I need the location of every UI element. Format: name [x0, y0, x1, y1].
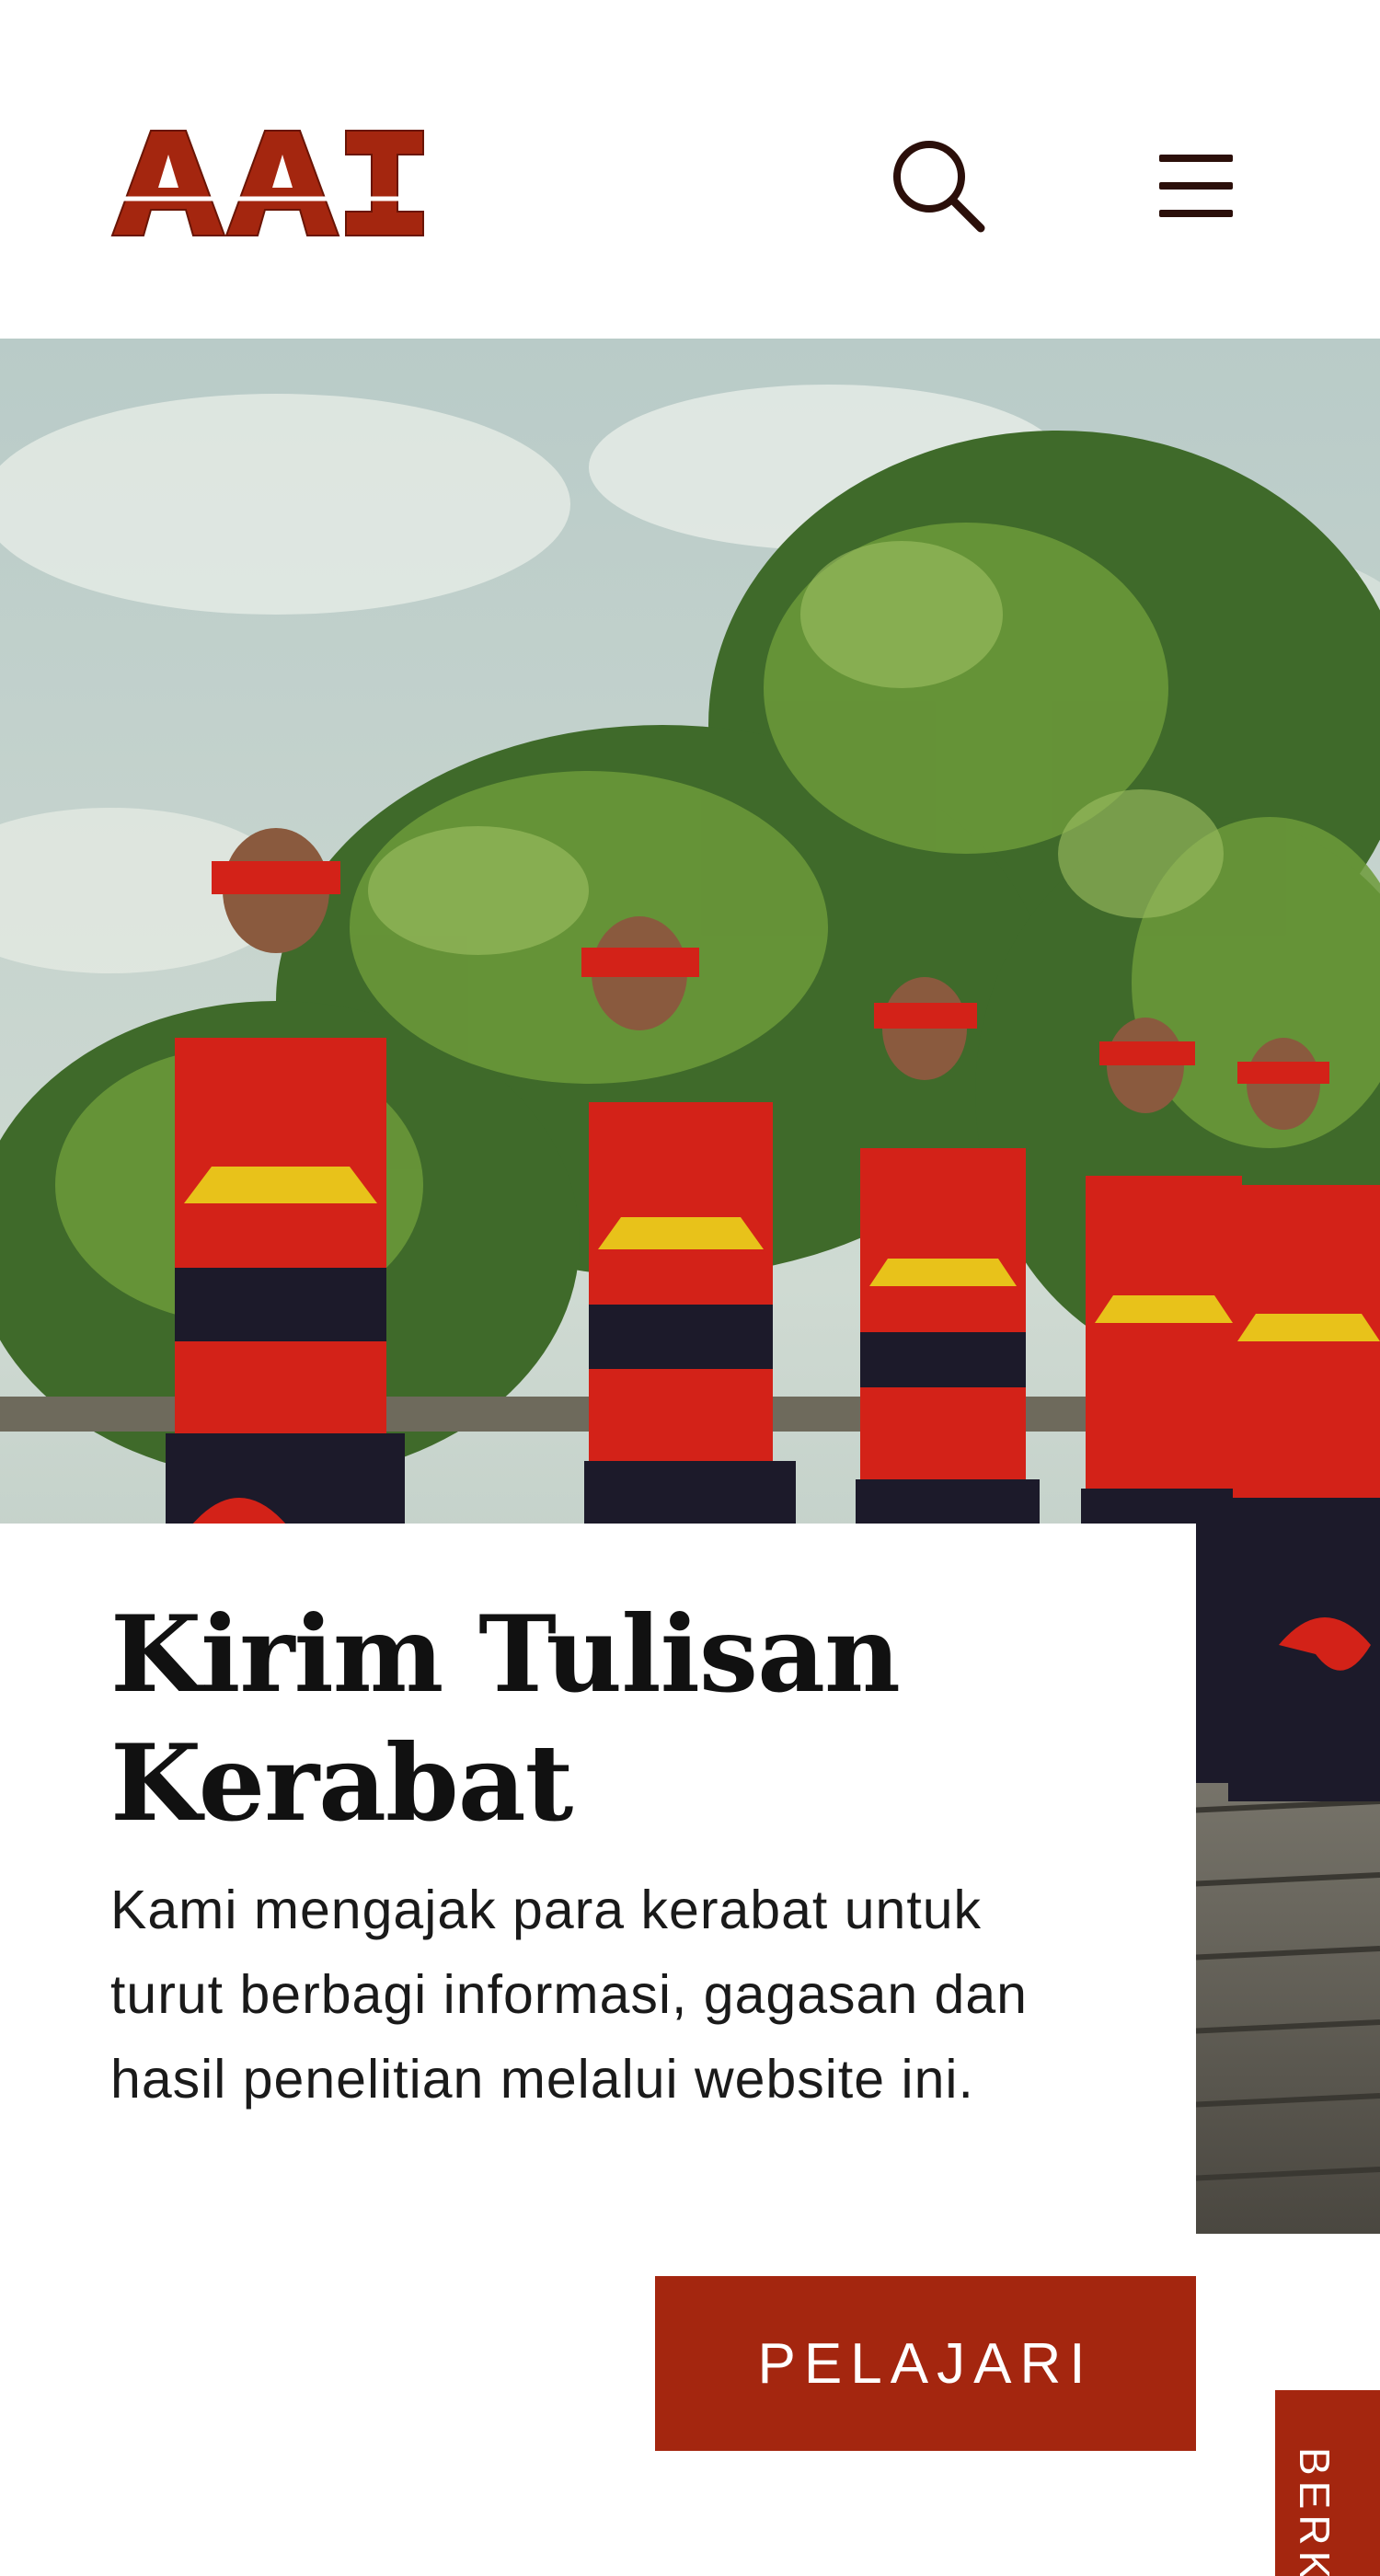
search-button[interactable]: [889, 136, 988, 236]
side-tab[interactable]: BERKA: [1275, 2390, 1380, 2576]
aai-logo: [110, 130, 424, 236]
site-header: [0, 0, 1380, 339]
card-description: Kami mengajak para kerabat untuk turut b…: [110, 1880, 1028, 2110]
menu-button[interactable]: [1152, 147, 1240, 224]
card-title: Kirim Tulisan Kerabat: [110, 1593, 901, 1845]
hamburger-menu-icon: [1159, 155, 1233, 217]
hero-section: Kirim Tulisan Kerabat Kami mengajak para…: [0, 339, 1380, 2234]
side-tab-label: BERKA: [1291, 2447, 1339, 2576]
submission-card: Kirim Tulisan Kerabat Kami mengajak para…: [0, 1524, 1196, 2234]
search-icon: [893, 141, 985, 233]
site-logo[interactable]: [110, 129, 425, 237]
learn-more-button[interactable]: PELAJARI: [655, 2276, 1196, 2451]
